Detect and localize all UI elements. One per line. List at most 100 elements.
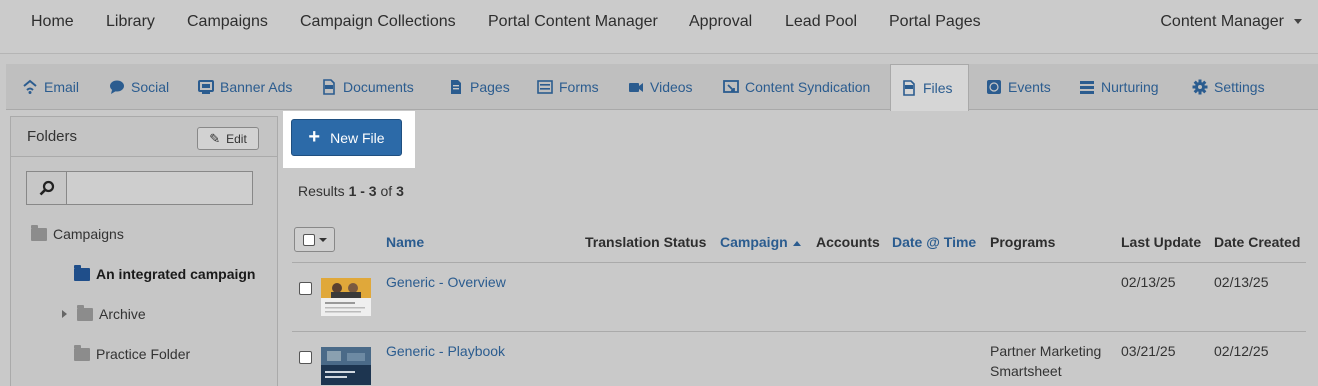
user-menu-label: Content Manager — [1160, 13, 1284, 30]
table-header-divider — [292, 262, 1306, 263]
nav-approval[interactable]: Approval — [689, 13, 752, 31]
results-prefix: Results — [298, 183, 349, 199]
nav-campaign-collections[interactable]: Campaign Collections — [300, 13, 456, 31]
chevron-down-icon — [1294, 19, 1302, 25]
tab-social[interactable]: Social — [99, 64, 179, 110]
column-name[interactable]: Name — [386, 234, 424, 250]
new-file-button[interactable]: + New File — [291, 119, 402, 156]
banner-icon — [198, 79, 214, 95]
folder-icon — [74, 344, 90, 361]
programs-cell: Partner Marketing — [990, 343, 1102, 359]
file-thumbnail[interactable] — [321, 278, 371, 316]
nav-library[interactable]: Library — [106, 13, 155, 31]
tab-settings[interactable]: Settings — [1182, 64, 1275, 110]
last-update-cell: 03/21/25 — [1121, 343, 1176, 359]
results-range: 1 - 3 — [348, 183, 377, 199]
tab-label: Email — [44, 79, 80, 95]
tab-label: Events — [1008, 79, 1051, 95]
tab-pages[interactable]: Pages — [438, 64, 520, 110]
last-update-cell: 02/13/25 — [1121, 274, 1176, 290]
tab-label: Banner Ads — [220, 79, 293, 95]
user-menu[interactable]: Content Manager — [1160, 13, 1302, 31]
tab-label: Files — [923, 80, 953, 96]
programs-cell-line2: Smartsheet — [990, 363, 1062, 379]
doc-file-icon — [901, 80, 917, 96]
folder-search-input[interactable] — [68, 172, 252, 204]
pencil-icon: ✎ — [209, 130, 221, 146]
folder-practice-folder[interactable]: Practice Folder — [74, 344, 191, 362]
folder-label: Archive — [99, 306, 146, 322]
date-created-cell: 02/13/25 — [1214, 274, 1269, 290]
chevron-down-icon — [318, 237, 327, 242]
tab-documents[interactable]: Documents — [311, 64, 424, 110]
row-checkbox[interactable] — [299, 351, 312, 364]
folder-label: Campaigns — [53, 226, 124, 242]
file-name-link[interactable]: Generic - Playbook — [386, 343, 505, 359]
gear-icon — [1192, 79, 1208, 95]
page-icon — [448, 79, 464, 95]
tab-label: Documents — [343, 79, 414, 95]
row-divider — [292, 331, 1306, 332]
nurturing-icon — [1079, 79, 1095, 95]
folders-header: Folders ✎ Edit — [11, 117, 277, 157]
folder-an-integrated-campaign[interactable]: An integrated campaign — [74, 264, 256, 282]
results-total: 3 — [396, 183, 404, 199]
nav-portal-content-manager[interactable]: Portal Content Manager — [488, 13, 658, 31]
tab-label: Forms — [559, 79, 599, 95]
folder-label: Practice Folder — [96, 346, 191, 362]
file-thumbnail[interactable] — [321, 347, 371, 385]
nav-campaigns[interactable]: Campaigns — [187, 13, 268, 31]
select-all-dropdown[interactable] — [294, 227, 335, 252]
tab-label: Content Syndication — [745, 79, 871, 95]
folders-title: Folders — [27, 128, 78, 145]
new-file-label: New File — [330, 129, 385, 146]
wifi-home-icon — [22, 79, 38, 95]
tab-email[interactable]: Email — [12, 64, 89, 110]
globe-icon — [986, 79, 1002, 95]
tab-label: Videos — [650, 79, 693, 95]
top-nav: Home Library Campaigns Campaign Collecti… — [0, 0, 1318, 54]
tab-label: Nurturing — [1101, 79, 1159, 95]
folder-archive[interactable]: Archive — [62, 304, 146, 322]
search-button[interactable] — [27, 172, 67, 204]
edit-folders-button[interactable]: ✎ Edit — [197, 127, 259, 150]
video-camera-icon — [628, 79, 644, 95]
tab-videos[interactable]: Videos — [618, 64, 703, 110]
pdf-icon — [321, 79, 337, 95]
column-date-created: Date Created — [1214, 234, 1301, 250]
tab-label: Social — [131, 79, 170, 95]
row-checkbox[interactable] — [299, 282, 312, 295]
folder-label: An integrated campaign — [96, 266, 256, 282]
folder-icon — [74, 264, 90, 281]
column-campaign[interactable]: Campaign — [720, 234, 801, 250]
column-last-update: Last Update — [1121, 234, 1202, 250]
tab-files[interactable]: Files — [890, 64, 969, 111]
nav-lead-pool[interactable]: Lead Pool — [785, 13, 857, 31]
content-tab-bar: Email Social Banner Ads Documents Pages … — [6, 64, 1318, 111]
column-campaign-label: Campaign — [720, 234, 788, 250]
folders-panel: Folders ✎ Edit Campaigns An integrated c… — [10, 116, 278, 386]
folder-icon — [77, 304, 93, 321]
expand-icon[interactable] — [62, 310, 67, 318]
form-icon — [537, 79, 553, 95]
tab-label: Settings — [1214, 79, 1265, 95]
folder-icon — [31, 224, 47, 241]
select-all-checkbox[interactable] — [302, 233, 315, 246]
file-name-link[interactable]: Generic - Overview — [386, 274, 506, 290]
tab-forms[interactable]: Forms — [527, 64, 609, 110]
tab-nurturing[interactable]: Nurturing — [1069, 64, 1169, 110]
speech-bubble-icon — [109, 79, 125, 95]
results-of: of — [376, 183, 397, 199]
nav-portal-pages[interactable]: Portal Pages — [889, 13, 981, 31]
column-date-time[interactable]: Date @ Time — [892, 234, 976, 250]
search-icon — [39, 180, 54, 196]
syndication-icon — [723, 79, 739, 95]
column-programs: Programs — [990, 234, 1056, 250]
plus-icon: + — [308, 125, 321, 148]
tab-label: Pages — [470, 79, 510, 95]
nav-home[interactable]: Home — [31, 13, 74, 31]
tab-banner-ads[interactable]: Banner Ads — [188, 64, 302, 110]
folder-campaigns[interactable]: Campaigns — [31, 224, 124, 242]
tab-events[interactable]: Events — [976, 64, 1061, 110]
tab-content-syndication[interactable]: Content Syndication — [713, 64, 880, 110]
